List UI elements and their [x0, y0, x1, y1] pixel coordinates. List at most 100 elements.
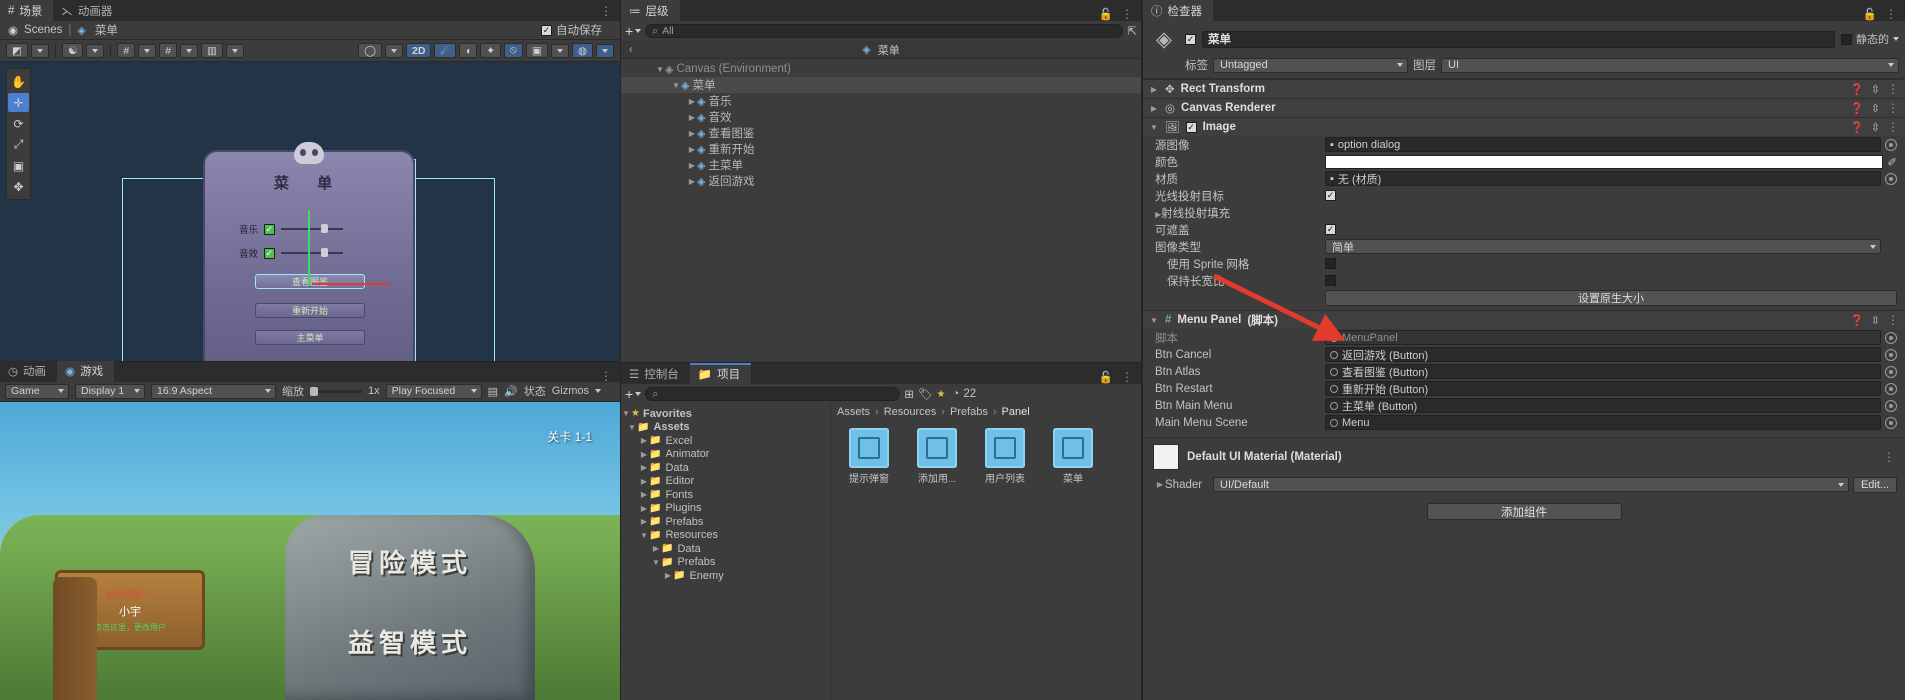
tab-scene[interactable]: # 场景: [0, 0, 54, 21]
rotate-tool-icon[interactable]: ⟳: [8, 114, 29, 133]
project-foldout[interactable]: ▶: [639, 477, 649, 486]
hierarchy-foldout[interactable]: ▶: [687, 129, 697, 138]
search-scene-dropdown[interactable]: [385, 43, 404, 58]
hierarchy-item[interactable]: ▶ ◈ 音乐: [621, 93, 1141, 109]
shading-mode-dropdown[interactable]: [30, 43, 49, 58]
asset-item[interactable]: 提示弹窗: [843, 428, 895, 485]
material-menu-icon[interactable]: ⋮: [1883, 451, 1895, 463]
project-foldout[interactable]: ▶: [639, 450, 649, 459]
lock-icon[interactable]: 🔓: [1099, 7, 1113, 21]
hierarchy-item[interactable]: ▶ ◈ 重新开始: [621, 141, 1141, 157]
project-foldout[interactable]: ▶: [639, 517, 649, 526]
game-gizmos-caret[interactable]: [595, 389, 602, 393]
change-user-hint[interactable]: 点击这里，更改用户: [94, 622, 166, 633]
gizmos-toggle-icon[interactable]: ◍: [571, 43, 593, 58]
project-tree-item[interactable]: ▶ 📁 Data: [621, 461, 830, 475]
object-field[interactable]: 主菜单 (Button): [1325, 398, 1881, 413]
object-picker-icon[interactable]: [1885, 348, 1897, 361]
game-gizmos-button[interactable]: Gizmos: [552, 385, 589, 397]
project-breadcrumb-item[interactable]: Prefabs: [950, 406, 988, 418]
asset-item[interactable]: 添加用...: [911, 428, 963, 485]
image-foldout[interactable]: ▼: [1149, 123, 1159, 132]
sfx-slider[interactable]: [281, 248, 344, 257]
hierarchy-item[interactable]: ▼ ◈ 菜单: [621, 77, 1141, 93]
project-foldout[interactable]: ▶: [651, 544, 661, 553]
rect-transform-preset-icon[interactable]: ⇳: [1871, 83, 1880, 96]
hierarchy-foldout[interactable]: ▶: [687, 113, 697, 122]
hierarchy-item[interactable]: ▶ ◈ 查看图鉴: [621, 125, 1141, 141]
game-menu-icon[interactable]: ⋮: [600, 370, 620, 382]
project-breadcrumb-item[interactable]: Assets: [837, 406, 870, 418]
hierarchy-foldout[interactable]: ▶: [687, 145, 697, 154]
menu-button-atlas[interactable]: 查看图鉴: [255, 274, 365, 289]
rect-tool-icon[interactable]: ▣: [8, 156, 29, 175]
project-breadcrumb[interactable]: Assets › Resources › Prefabs › Panel: [831, 404, 1141, 420]
mute-audio-icon[interactable]: 🔊: [504, 385, 518, 398]
object-field[interactable]: ▪ option dialog: [1325, 137, 1881, 152]
move-gizmo-x-axis[interactable]: [312, 283, 390, 285]
edit-shader-button[interactable]: Edit...: [1853, 476, 1897, 493]
object-field[interactable]: MenuPanel: [1325, 330, 1881, 345]
grid-snap-button[interactable]: #: [159, 43, 178, 58]
image-enabled-checkbox[interactable]: ✓: [1185, 121, 1197, 133]
shader-dropdown[interactable]: UI/Default: [1213, 477, 1849, 492]
rect-transform-menu-icon[interactable]: ⋮: [1887, 83, 1899, 95]
music-slider[interactable]: [281, 224, 344, 233]
hierarchy-menu-icon[interactable]: ⋮: [1121, 8, 1133, 20]
project-tree-item[interactable]: ▶ 📁 Prefabs: [621, 515, 830, 529]
adventure-mode-label[interactable]: 冒险模式: [285, 543, 535, 580]
twod-toggle[interactable]: 2D: [406, 43, 432, 58]
add-gameobject-button[interactable]: +: [625, 23, 642, 39]
project-tree-item[interactable]: ▼ 📁 Resources: [621, 529, 830, 543]
rect-transform-foldout[interactable]: ▶: [1149, 85, 1159, 94]
project-foldout[interactable]: ▼: [639, 531, 649, 540]
object-picker-icon[interactable]: [1885, 331, 1897, 344]
project-lock-icon[interactable]: 🔓: [1099, 370, 1113, 384]
game-viewport[interactable]: 冒险模式 益智模式 经验值第一: 小宇 点击这里，更改用户 关卡 1-1: [0, 401, 620, 700]
user-signpost[interactable]: 经验值第一: 小宇 点击这里，更改用户: [53, 570, 205, 700]
camera-dropdown[interactable]: [550, 43, 569, 58]
project-folder-tree[interactable]: ▼ ★ Favorites ▼ 📁 Assets ▶ 📁 Excel ▶ 📁 Animator ▶ 📁 Da…: [621, 404, 831, 700]
hierarchy-foldout[interactable]: ▼: [671, 81, 681, 90]
object-picker-icon[interactable]: [1885, 172, 1897, 185]
checkbox-field[interactable]: ✓: [1325, 190, 1336, 201]
hierarchy-item[interactable]: ▶ ◈ 返回游戏: [621, 173, 1141, 189]
hierarchy-foldout[interactable]: ▶: [687, 97, 697, 106]
canvas-renderer-help-icon[interactable]: ❓: [1850, 102, 1864, 115]
object-field[interactable]: ▪ 无 (材质): [1325, 171, 1881, 186]
hidden-objects-icon[interactable]: ⦸: [504, 43, 523, 58]
tab-animator[interactable]: ⋋ 动画器: [53, 0, 124, 21]
tab-animation[interactable]: ◷ 动画: [0, 360, 58, 382]
image-preset-icon[interactable]: ⇳: [1871, 121, 1880, 134]
menu-button-mainmenu[interactable]: 主菜单: [255, 330, 365, 345]
stats-button[interactable]: 状态: [524, 383, 546, 399]
object-field[interactable]: 重新开始 (Button): [1325, 381, 1881, 396]
shading-mode-button[interactable]: ◩: [6, 43, 28, 58]
hierarchy-foldout[interactable]: ▶: [687, 177, 697, 186]
hand-tool-icon[interactable]: ✋: [8, 72, 29, 91]
hierarchy-search-input[interactable]: ⌕ All: [645, 24, 1124, 38]
field-foldout[interactable]: ▶: [1155, 210, 1161, 219]
breadcrumb-current[interactable]: 菜单: [95, 22, 118, 38]
project-foldout[interactable]: ▶: [639, 490, 649, 499]
scale-slider[interactable]: [310, 386, 362, 396]
inspector-lock-icon[interactable]: 🔓: [1863, 7, 1877, 21]
favorites-star-icon[interactable]: ★: [936, 389, 945, 400]
object-field[interactable]: 返回游戏 (Button): [1325, 347, 1881, 362]
layer-dropdown[interactable]: UI: [1441, 57, 1899, 73]
static-checkbox[interactable]: [1841, 33, 1852, 45]
inspector-menu-icon[interactable]: ⋮: [1885, 8, 1897, 20]
search-scene-button[interactable]: ◯: [358, 43, 383, 58]
lighting-button[interactable]: ☯: [61, 43, 84, 58]
tab-inspector[interactable]: ⓘ 检查器: [1143, 0, 1213, 21]
tag-dropdown[interactable]: Untagged: [1213, 57, 1408, 73]
tab-console[interactable]: ☰ 控制台: [621, 363, 690, 384]
menu-button-restart[interactable]: 重新开始: [255, 303, 365, 318]
project-foldout[interactable]: ▼: [627, 423, 637, 432]
scale-tool-icon[interactable]: ⤢: [8, 135, 29, 154]
filter-by-type-icon[interactable]: ⊞: [904, 387, 914, 401]
project-menu-icon[interactable]: ⋮: [1121, 371, 1133, 383]
ruler-dropdown[interactable]: [225, 43, 244, 58]
project-breadcrumb-item[interactable]: Panel: [1002, 406, 1030, 418]
image-help-icon[interactable]: ❓: [1850, 121, 1864, 134]
